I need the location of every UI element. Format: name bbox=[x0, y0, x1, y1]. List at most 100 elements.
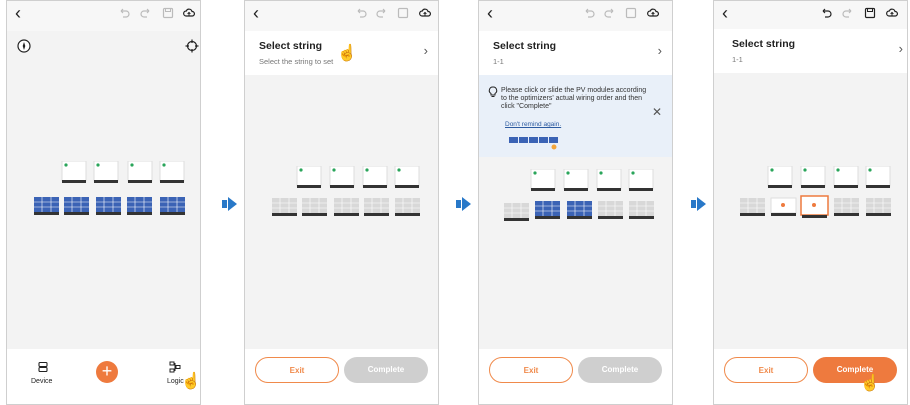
chevron-right-icon: › bbox=[657, 43, 662, 58]
pv-module[interactable] bbox=[272, 198, 297, 216]
pv-module[interactable] bbox=[64, 197, 89, 215]
pv-module[interactable] bbox=[302, 198, 327, 216]
redo-icon[interactable] bbox=[140, 7, 152, 19]
optimizer-card[interactable] bbox=[865, 166, 891, 188]
layout-canvas bbox=[34, 161, 185, 215]
optimizer-card[interactable] bbox=[362, 166, 388, 188]
pv-module[interactable] bbox=[96, 197, 121, 215]
top-bar: ‹ bbox=[7, 1, 200, 31]
complete-button[interactable]: Complete bbox=[344, 357, 428, 383]
pv-module[interactable] bbox=[504, 203, 529, 221]
optimizer-card[interactable] bbox=[127, 161, 153, 183]
close-icon[interactable]: ✕ bbox=[652, 105, 662, 119]
top-bar: ‹ bbox=[245, 1, 438, 31]
screen-select-string-tip: ‹ Select string 1-1 › Please click or sl… bbox=[478, 0, 673, 405]
optimizer-card[interactable] bbox=[530, 169, 556, 191]
upload-cloud-icon[interactable] bbox=[886, 7, 898, 19]
optimizer-card[interactable] bbox=[596, 169, 622, 191]
save-icon[interactable] bbox=[864, 7, 876, 19]
screen-select-string-complete: ‹ Select string 1-1 › Exit Complete ☝ bbox=[713, 0, 908, 405]
screen-select-string: ‹ Select string Select the string to set… bbox=[244, 0, 439, 405]
back-icon[interactable]: ‹ bbox=[15, 4, 21, 22]
step-arrow-icon bbox=[691, 197, 706, 211]
undo-icon[interactable] bbox=[583, 7, 595, 19]
pv-module[interactable] bbox=[34, 197, 59, 215]
optimizer-card[interactable] bbox=[800, 166, 826, 188]
logic-icon[interactable] bbox=[169, 361, 181, 373]
optimizer-card[interactable] bbox=[563, 169, 589, 191]
optimizer-card[interactable] bbox=[628, 169, 654, 191]
dont-remind-link[interactable]: Don't remind again. bbox=[505, 121, 561, 128]
select-string-hint: Select the string to set bbox=[259, 57, 334, 66]
bottom-actions: Exit Complete bbox=[479, 349, 672, 404]
bottom-actions: Exit Complete bbox=[245, 349, 438, 404]
optimizer-card[interactable] bbox=[394, 166, 420, 188]
complete-button[interactable]: Complete bbox=[578, 357, 662, 383]
optimizer-card[interactable] bbox=[93, 161, 119, 183]
pv-module[interactable] bbox=[364, 198, 389, 216]
pv-module[interactable] bbox=[567, 201, 592, 219]
step-arrow-icon bbox=[456, 197, 471, 211]
select-string-value: 1-1 bbox=[493, 57, 504, 66]
device-icon[interactable] bbox=[37, 361, 49, 373]
wiring-tip-banner: Please click or slide the PV modules acc… bbox=[479, 75, 672, 157]
exit-button[interactable]: Exit bbox=[489, 357, 573, 383]
layout-canvas bbox=[272, 166, 420, 216]
optimizer-card[interactable] bbox=[329, 166, 355, 188]
pv-module[interactable] bbox=[866, 198, 891, 216]
pv-module[interactable] bbox=[127, 197, 152, 215]
pv-module[interactable] bbox=[160, 197, 185, 215]
compass-icon[interactable] bbox=[17, 39, 31, 53]
pv-module[interactable] bbox=[740, 198, 765, 216]
optimizer-card[interactable] bbox=[61, 161, 87, 183]
pv-module[interactable] bbox=[834, 198, 859, 216]
pv-module-selected[interactable] bbox=[800, 195, 829, 218]
tap-hand-icon: ☝ bbox=[181, 373, 201, 390]
chevron-right-icon: › bbox=[423, 43, 428, 58]
save-icon[interactable] bbox=[625, 7, 637, 19]
redo-icon[interactable] bbox=[842, 7, 854, 19]
pv-module[interactable] bbox=[629, 201, 654, 219]
device-label[interactable]: Device bbox=[31, 378, 52, 385]
back-icon[interactable]: ‹ bbox=[487, 4, 493, 22]
back-icon[interactable]: ‹ bbox=[253, 4, 259, 22]
pv-module[interactable] bbox=[535, 201, 560, 219]
upload-cloud-icon[interactable] bbox=[419, 7, 431, 19]
pv-module[interactable] bbox=[395, 198, 420, 216]
add-button[interactable]: + bbox=[96, 361, 118, 383]
undo-icon[interactable] bbox=[118, 7, 130, 19]
undo-icon[interactable] bbox=[355, 7, 367, 19]
upload-cloud-icon[interactable] bbox=[647, 7, 659, 19]
tip-illustration bbox=[509, 137, 558, 150]
redo-icon[interactable] bbox=[604, 7, 616, 19]
back-icon[interactable]: ‹ bbox=[722, 4, 728, 22]
undo-icon[interactable] bbox=[820, 7, 832, 19]
layout-canvas bbox=[740, 166, 891, 218]
screen-layout-editor: ‹ Device + Logic ☝ bbox=[6, 0, 201, 405]
select-string-row[interactable]: Select string 1-1 › bbox=[479, 31, 672, 75]
layout-canvas bbox=[504, 169, 654, 221]
optimizer-card[interactable] bbox=[833, 166, 859, 188]
optimizer-card[interactable] bbox=[296, 166, 322, 188]
optimizer-card[interactable] bbox=[767, 166, 793, 188]
optimizer-card[interactable] bbox=[159, 161, 185, 183]
complete-button[interactable]: Complete bbox=[813, 357, 897, 383]
redo-icon[interactable] bbox=[376, 7, 388, 19]
lightbulb-icon bbox=[488, 86, 498, 97]
select-string-title: Select string bbox=[732, 38, 796, 50]
step-arrow-icon bbox=[222, 197, 237, 211]
pv-module[interactable] bbox=[598, 201, 623, 219]
exit-button[interactable]: Exit bbox=[255, 357, 339, 383]
select-string-title: Select string bbox=[493, 40, 557, 52]
pv-module-selected[interactable] bbox=[770, 197, 797, 216]
save-icon[interactable] bbox=[162, 7, 174, 19]
tap-hand-icon: ☝ bbox=[860, 375, 880, 392]
pv-module[interactable] bbox=[334, 198, 359, 216]
upload-cloud-icon[interactable] bbox=[183, 7, 195, 19]
tap-hand-icon: ☝ bbox=[337, 45, 357, 62]
select-string-row[interactable]: Select string 1-1 › bbox=[714, 29, 907, 73]
save-icon[interactable] bbox=[397, 7, 409, 19]
exit-button[interactable]: Exit bbox=[724, 357, 808, 383]
select-string-title: Select string bbox=[259, 40, 323, 52]
locate-icon[interactable] bbox=[185, 39, 199, 53]
